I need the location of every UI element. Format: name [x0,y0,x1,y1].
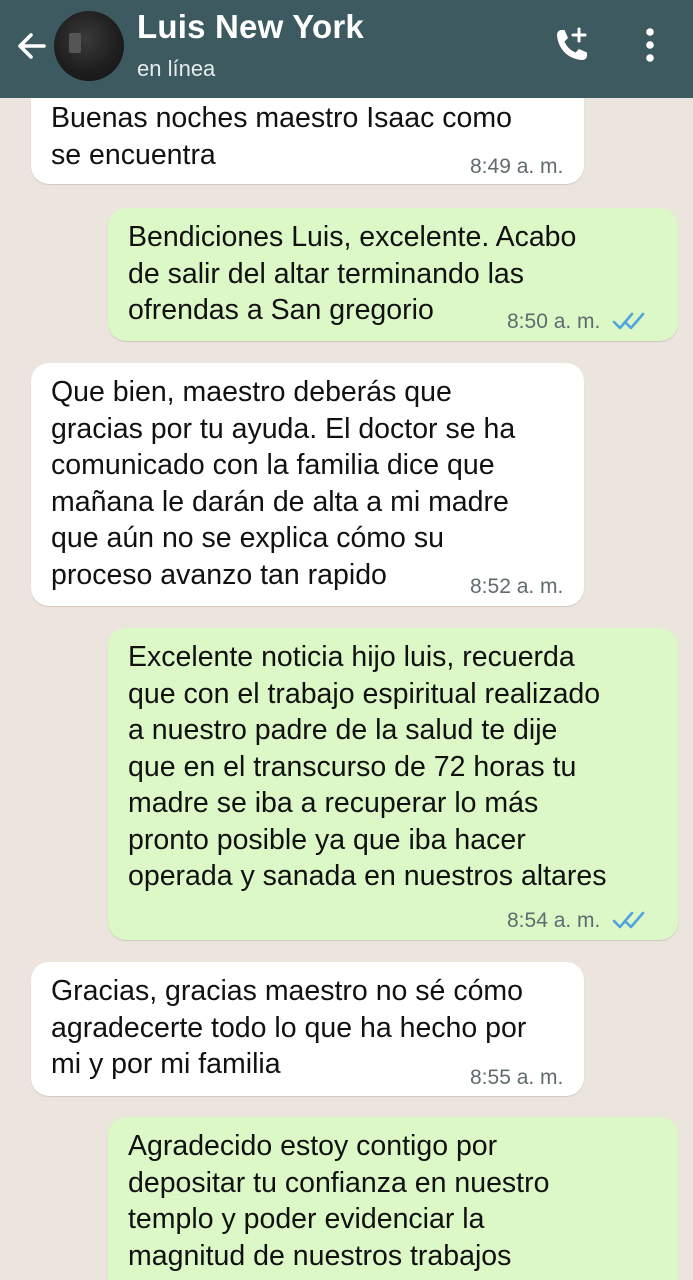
message-time: 8:54 a. m. [507,909,601,932]
outgoing-message-bubble[interactable]: Bendiciones Luis, excelente. Acabo de sa… [108,208,678,341]
contact-name[interactable]: Luis New York [137,8,364,46]
message-time: 8:49 a. m. [470,155,564,178]
add-call-icon[interactable] [548,24,594,70]
read-receipt-icon [612,312,645,330]
message-text: Agradecido estoy contigo por depositar t… [128,1130,550,1272]
back-arrow-icon[interactable] [12,27,50,65]
message-time: 8:52 a. m. [470,575,564,598]
message-text: Excelente noticia hijo luis, recuerda qu… [128,641,607,892]
more-options-icon[interactable] [636,26,664,66]
incoming-message-bubble[interactable]: Buenas noches maestro Isaac como se encu… [31,98,584,184]
message-time: 8:50 a. m. [507,310,601,333]
message-text: Buenas noches maestro Isaac como se encu… [51,102,512,171]
outgoing-message-bubble[interactable]: Agradecido estoy contigo por depositar t… [108,1117,678,1280]
message-text: Que bien, maestro deberás que gracias po… [51,376,516,591]
contact-status: en línea [137,56,216,81]
avatar-photo [69,33,81,53]
incoming-message-bubble[interactable]: Que bien, maestro deberás que gracias po… [31,363,584,606]
chat-area[interactable]: Buenas noches maestro Isaac como se encu… [0,98,693,1280]
chat-header: Luis New York en línea [0,0,693,98]
outgoing-message-bubble[interactable]: Excelente noticia hijo luis, recuerda qu… [108,628,678,940]
contact-avatar[interactable] [54,11,124,81]
message-text: Gracias, gracias maestro no sé cómo agra… [51,975,527,1080]
message-time: 8:55 a. m. [470,1066,564,1089]
incoming-message-bubble[interactable]: Gracias, gracias maestro no sé cómo agra… [31,962,584,1096]
read-receipt-icon [612,911,645,929]
